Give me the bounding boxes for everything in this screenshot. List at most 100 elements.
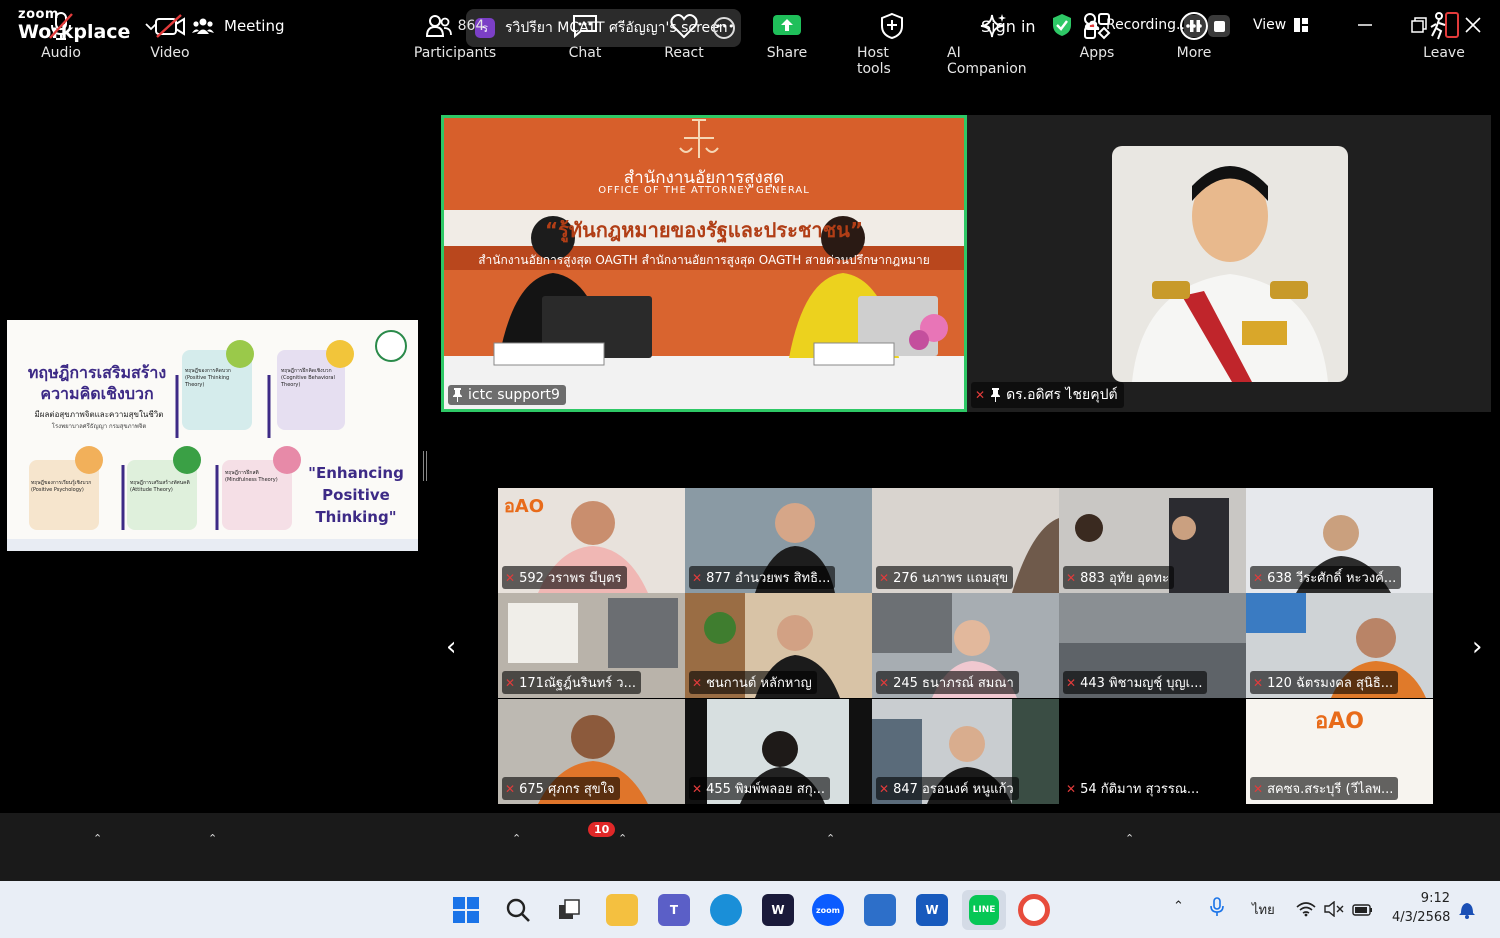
gallery-tile[interactable]: ✕ ชนกานต์ หลักหาญ bbox=[685, 593, 872, 698]
banner-quote: “รู้ทันกฎหมายของรัฐและประชาชน” bbox=[544, 218, 864, 242]
ai-companion-button[interactable]: AI Companion bbox=[947, 10, 1041, 77]
teams-icon[interactable]: T bbox=[658, 894, 690, 926]
gallery-tile[interactable]: ✕ 171ณัฐฎ์นรินทร์ ว... bbox=[498, 593, 685, 698]
gallery-tile[interactable]: ✕ 120 ฉัตรมงคล สุนิธิ... bbox=[1246, 593, 1433, 698]
more-button[interactable]: More bbox=[1175, 10, 1213, 61]
video-tile-ictc-support9[interactable]: สำนักงานอัยการสูงสุด OFFICE OF THE ATTOR… bbox=[441, 115, 967, 412]
edge-browser-icon[interactable] bbox=[710, 894, 742, 926]
host-tools-button[interactable]: Host tools bbox=[857, 10, 927, 77]
audio-options-caret[interactable]: ⌃ bbox=[93, 832, 102, 845]
participants-button[interactable]: 864 Participants bbox=[413, 10, 497, 61]
encryption-shield-icon[interactable] bbox=[1051, 13, 1073, 37]
chat-button[interactable]: Chat bbox=[568, 10, 602, 61]
view-menu[interactable]: View bbox=[1253, 17, 1309, 33]
photos-icon[interactable] bbox=[864, 894, 896, 926]
tray-overflow-chevron-icon[interactable]: ⌃ bbox=[1173, 899, 1184, 914]
more-options-icon[interactable]: ••• bbox=[713, 17, 735, 39]
windows-logo-icon bbox=[453, 897, 479, 923]
participant-name-label: ✕ 877 อำนวยพร สิทธิ... bbox=[689, 566, 836, 589]
close-icon[interactable] bbox=[1462, 14, 1484, 36]
notification-bell-icon[interactable] bbox=[1458, 899, 1476, 919]
participant-name: ดร.อดิศร ไชยคุปต์ bbox=[1006, 387, 1118, 403]
slide-card-1: ทฤษฎีของการคิดบวก (Positive Thinking The… bbox=[185, 368, 231, 388]
video-tile-adisorn[interactable]: ✕ ดร.อดิศร ไชยคุปต์ bbox=[967, 115, 1491, 412]
react-button[interactable]: React bbox=[664, 10, 704, 61]
shared-screen-view[interactable]: ทฤษฎีการเสริมสร้าง ความคิดเชิงบวก มีผลต่… bbox=[7, 320, 418, 551]
heart-icon bbox=[670, 14, 698, 39]
word-icon[interactable]: W bbox=[916, 894, 948, 926]
participants-options-caret[interactable]: ⌃ bbox=[512, 832, 521, 845]
participant-name: 592 วราพร มีบุตร bbox=[519, 571, 622, 586]
video-button[interactable]: Video bbox=[150, 10, 190, 61]
gallery-tile[interactable]: ✕ 54 กัติมาท สุวรรณ... bbox=[1059, 699, 1246, 804]
slide-title: ทฤษฎีการเสริมสร้าง ความคิดเชิงบวก bbox=[17, 362, 177, 404]
webex-icon[interactable]: W bbox=[762, 894, 794, 926]
mic-muted-icon: ✕ bbox=[692, 570, 703, 585]
mic-muted-icon bbox=[49, 12, 73, 40]
audio-button[interactable]: Audio bbox=[40, 10, 82, 61]
participant-name: 171ณัฐฎ์นรินทร์ ว... bbox=[519, 676, 636, 691]
share-button[interactable]: Share bbox=[767, 10, 807, 61]
participant-name-label: ✕ 847 อรอนงค์ หนูแก้ว bbox=[876, 777, 1019, 800]
slide-org: โรงพยาบาลศรีธัญญา กรมสุขภาพจิต bbox=[51, 423, 147, 430]
battery-icon[interactable] bbox=[1352, 901, 1374, 917]
video-options-caret[interactable]: ⌃ bbox=[208, 832, 217, 845]
share-options-caret[interactable]: ⌃ bbox=[826, 832, 835, 845]
participant-name-label: ✕ 171ณัฐฎ์นรินทร์ ว... bbox=[502, 671, 641, 694]
windows-start-icon[interactable] bbox=[450, 894, 482, 926]
zoom-app-icon[interactable]: zoom bbox=[812, 894, 844, 926]
slide-card-2: ทฤษฎีการฝึกคิดเชิงบวก (Cognitive Behavio… bbox=[281, 368, 335, 388]
gallery-tile[interactable]: ✕ 455 พิมพ์พลอย สกุ... bbox=[685, 699, 872, 804]
gallery-tile[interactable]: ✕ 245 ธนาภรณ์ สมณา bbox=[872, 593, 1059, 698]
input-language[interactable]: ไทย bbox=[1252, 899, 1275, 920]
mic-muted-icon: ✕ bbox=[1066, 781, 1077, 796]
chat-options-caret[interactable]: ⌃ bbox=[618, 832, 627, 845]
minimize-icon[interactable] bbox=[1354, 14, 1376, 36]
task-view-icon[interactable] bbox=[554, 894, 586, 926]
file-explorer-icon[interactable] bbox=[606, 894, 638, 926]
gallery-logo: อAO bbox=[504, 496, 545, 517]
panel-resize-handle[interactable] bbox=[423, 451, 427, 481]
gallery-tile[interactable]: อAO ✕ 592 วราพร มีบุตร bbox=[498, 488, 685, 593]
participant-name-label: ✕ 592 วราพร มีบุตร bbox=[502, 566, 627, 589]
volume-muted-icon[interactable] bbox=[1324, 901, 1344, 917]
participant-name: 54 กัติมาท สุวรรณ... bbox=[1080, 782, 1200, 797]
line-app-icon[interactable]: LINE bbox=[962, 890, 1006, 930]
gallery-tile[interactable]: ✕ 847 อรอนงค์ หนูแก้ว bbox=[872, 699, 1059, 804]
meeting-label: Meeting bbox=[224, 17, 285, 35]
participant-name: 638 วีระศักดิ์ หะวงค์... bbox=[1267, 571, 1397, 586]
participant-name-label: ✕ สคซจ.สระบุรี (วีไลพ... bbox=[1250, 777, 1399, 800]
participants-label: Participants bbox=[413, 45, 497, 61]
mic-muted-icon: ✕ bbox=[505, 781, 516, 796]
apps-options-caret[interactable]: ⌃ bbox=[1125, 832, 1134, 845]
search-icon[interactable] bbox=[502, 894, 534, 926]
mic-muted-icon: ✕ bbox=[505, 570, 516, 585]
grid-layout-icon bbox=[1294, 18, 1309, 32]
next-page-arrow[interactable]: › bbox=[1472, 632, 1482, 662]
leave-button[interactable]: Leave bbox=[1423, 10, 1465, 61]
gallery-tile[interactable]: ✕ 443 พิชามญชุ์ บุญเ... bbox=[1059, 593, 1246, 698]
more-label: More bbox=[1176, 45, 1212, 61]
previous-page-arrow[interactable]: ‹ bbox=[446, 632, 456, 662]
system-clock[interactable]: 9:12 4/3/2568 bbox=[1392, 889, 1450, 927]
slide-slogan-line2: Positive bbox=[322, 486, 390, 504]
pin-icon bbox=[991, 388, 1001, 402]
chrome-browser-icon[interactable] bbox=[1018, 894, 1050, 926]
gallery-tile[interactable]: ✕ 883 อุทัย อุดทะ bbox=[1059, 488, 1246, 593]
ai-companion-label: AI Companion bbox=[947, 45, 1027, 77]
participant-name: สคซจ.สระบุรี (วีไลพ... bbox=[1267, 782, 1394, 797]
title-bar: zoom Workplace Meeting ร รวิปรียา MCATT … bbox=[0, 0, 1500, 53]
gallery-tile[interactable]: ✕ 675 ศุภกร สุขใจ bbox=[498, 699, 685, 804]
gallery-tile[interactable]: ✕ 638 วีระศักดิ์ หะวงค์... bbox=[1246, 488, 1433, 593]
gallery-tile[interactable]: อAO ✕ สคซจ.สระบุรี (วีไลพ... bbox=[1246, 699, 1433, 804]
mic-muted-icon: ✕ bbox=[975, 388, 986, 402]
react-label: React bbox=[664, 45, 704, 61]
microphone-icon[interactable] bbox=[1210, 897, 1224, 917]
meeting-menu[interactable]: Meeting bbox=[192, 17, 284, 35]
gallery-tile[interactable]: ✕ 877 อำนวยพร สิทธิ... bbox=[685, 488, 872, 593]
wifi-icon[interactable] bbox=[1296, 901, 1316, 917]
gallery-tile[interactable]: ✕ 276 นภาพร แถมสุข bbox=[872, 488, 1059, 593]
meeting-toolbar bbox=[0, 813, 1500, 881]
participant-name-label: ✕ 276 นภาพร แถมสุข bbox=[876, 566, 1014, 589]
apps-button[interactable]: Apps bbox=[1079, 10, 1115, 61]
